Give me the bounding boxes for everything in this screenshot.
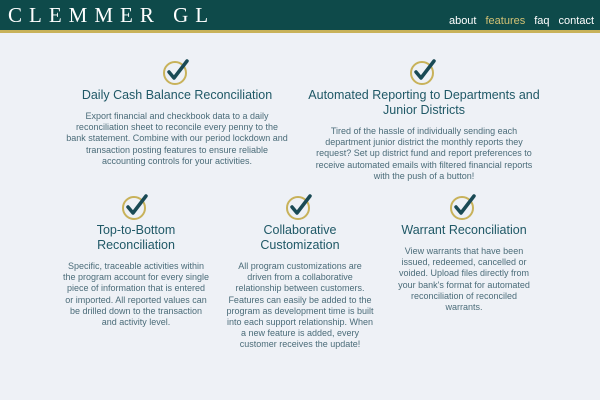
check-circle-icon [410,59,436,85]
top-navbar: CLEMMER GL about features faq contact [0,0,600,33]
nav-link-about[interactable]: about [449,15,477,28]
nav-link-faq[interactable]: faq [534,15,549,28]
check-circle-icon [163,59,189,85]
feature-description: Export financial and checkbook data to a… [66,111,288,166]
feature-warrant-reconciliation: Warrant Reconciliation View warrants tha… [388,193,540,313]
feature-description: Tired of the hassle of individually send… [315,126,533,181]
feature-title: Warrant Reconciliation [401,223,527,237]
feature-collaborative-customization: Collaborative Customization All program … [226,193,374,351]
check-circle-icon [122,194,148,220]
feature-top-to-bottom: Top-to-Bottom Reconciliation Specific, t… [62,193,210,328]
nav-link-features[interactable]: features [485,15,525,28]
feature-title: Top-to-Bottom Reconciliation [96,223,176,252]
feature-title: Collaborative Customization [260,223,340,252]
check-circle-icon [450,194,476,220]
feature-daily-cash-balance: Daily Cash Balance Reconciliation Export… [52,58,302,167]
brand-logo[interactable]: CLEMMER GL [8,3,215,27]
feature-title: Automated Reporting to Departments and J… [308,88,540,117]
feature-title: Daily Cash Balance Reconciliation [81,88,273,102]
feature-description: View warrants that have been issued, red… [398,246,530,313]
check-circle-icon [286,194,312,220]
feature-automated-reporting: Automated Reporting to Departments and J… [306,58,542,182]
feature-description: Specific, traceable activities within th… [62,261,210,328]
feature-description: All program customizations are driven fr… [226,261,374,350]
nav-link-contact[interactable]: contact [559,15,594,28]
nav-links: about features faq contact [449,15,594,28]
